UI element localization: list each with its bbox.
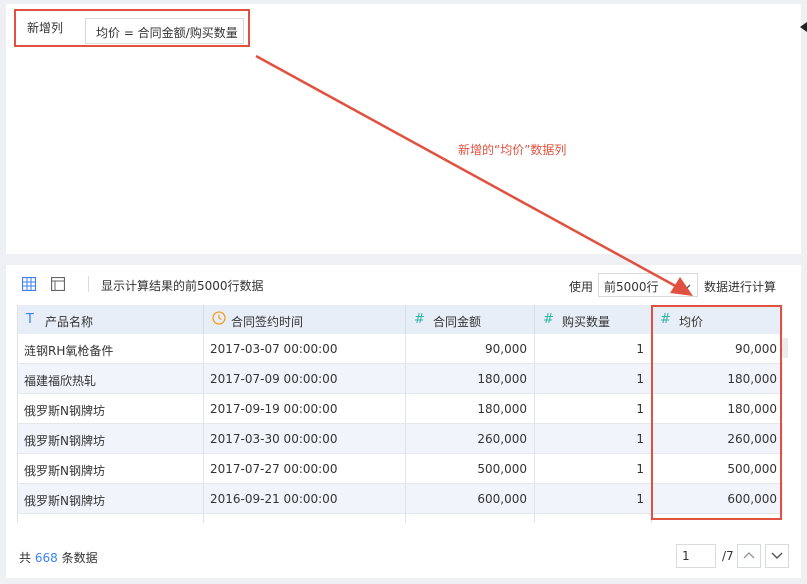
cell-product: 福建福欣热轧: [18, 364, 204, 394]
column-header-label: 合同金额: [433, 315, 482, 329]
cell-amount: [406, 514, 535, 523]
table-row[interactable]: 俄罗斯N钢牌坊 2017-07-27 00:00:00 500,000 1 50…: [18, 454, 783, 484]
cell-avg-price: 600,000: [727, 492, 777, 506]
page-total: /7: [722, 549, 734, 563]
chevron-down-icon: [681, 280, 691, 294]
cell-sign-date: [204, 514, 406, 523]
total-prefix: 共: [19, 551, 32, 565]
number-type-icon: #: [660, 312, 671, 327]
toolbar-divider: [88, 276, 89, 292]
cell-avg-price: 260,000: [727, 432, 777, 446]
cell-quantity: 1: [535, 454, 652, 484]
page-number-input[interactable]: 1: [676, 544, 716, 568]
cell-quantity: 1: [535, 364, 652, 394]
rows-select-value: 前5000行: [604, 280, 659, 294]
next-page-button[interactable]: [765, 544, 789, 568]
cell-quantity: 1: [535, 484, 652, 514]
calc-label: 数据进行计算: [704, 280, 777, 294]
cell-amount: 90,000: [406, 334, 535, 364]
column-header-product[interactable]: T 产品名称: [18, 305, 204, 334]
cell-product: 俄罗斯N钢牌坊: [18, 424, 204, 454]
cell-amount: 600,000: [406, 484, 535, 514]
total-suffix: 条数据: [61, 551, 98, 565]
table-row[interactable]: 福建福欣热轧 2017-07-09 00:00:00 180,000 1 180…: [18, 364, 783, 394]
table-row-partial: [18, 514, 783, 523]
grid-header: T 产品名称 合同签约时间 # 合同金额 # 购买数量 # 均价: [18, 305, 783, 334]
column-header-amount[interactable]: # 合同金额: [406, 305, 535, 334]
column-header-quantity[interactable]: # 购买数量: [535, 305, 652, 334]
prev-page-button[interactable]: [737, 544, 761, 568]
cell-sign-date: 2017-07-27 00:00:00: [204, 454, 406, 484]
cell-amount: 180,000: [406, 364, 535, 394]
column-header-label: 合同签约时间: [231, 315, 304, 329]
table-grid-icon[interactable]: [21, 276, 37, 292]
column-header-label: 购买数量: [562, 315, 611, 329]
table-row[interactable]: 涟钢RH氧枪备件 2017-03-07 00:00:00 90,000 1 90…: [18, 334, 783, 364]
column-header-avg-price[interactable]: # 均价: [652, 305, 783, 334]
cell-sign-date: 2017-07-09 00:00:00: [204, 364, 406, 394]
cell-avg-price: 180,000: [727, 402, 777, 416]
cell-avg-price: 500,000: [727, 462, 777, 476]
number-type-icon: #: [414, 312, 425, 327]
cell-sign-date: 2017-03-07 00:00:00: [204, 334, 406, 364]
table-row[interactable]: 俄罗斯N钢牌坊 2016-09-21 00:00:00 600,000 1 60…: [18, 484, 783, 514]
total-count-value: 668: [34, 551, 58, 565]
text-type-icon: T: [26, 312, 34, 327]
cell-amount: 260,000: [406, 424, 535, 454]
cell-avg-price: 90,000: [735, 342, 777, 356]
formula-field[interactable]: 均价 = 合同金额/购买数量: [85, 18, 244, 44]
data-grid: T 产品名称 合同签约时间 # 合同金额 # 购买数量 # 均价 涟钢RH氧枪备…: [17, 305, 783, 523]
rows-select[interactable]: 前5000行: [598, 273, 698, 297]
column-header-label: 产品名称: [45, 315, 94, 329]
table-row[interactable]: 俄罗斯N钢牌坊 2017-03-30 00:00:00 260,000 1 26…: [18, 424, 783, 454]
data-preview-panel: 显示计算结果的前5000行数据 使用 前5000行 数据进行计算 T 产品名称 …: [6, 265, 801, 578]
grid-scrollbar[interactable]: [782, 338, 788, 358]
cell-quantity: 1: [535, 424, 652, 454]
total-count: 共 668 条数据: [19, 549, 98, 566]
clock-icon: [212, 311, 226, 329]
cell-avg-price: 180,000: [727, 372, 777, 386]
table-row[interactable]: 俄罗斯N钢牌坊 2017-09-19 00:00:00 180,000 1 18…: [18, 394, 783, 424]
cell-sign-date: 2017-03-30 00:00:00: [204, 424, 406, 454]
formula-label: 新增列: [27, 21, 64, 35]
column-header-sign-date[interactable]: 合同签约时间: [204, 305, 406, 334]
formula-highlight-box: 新增列 均价 = 合同金额/购买数量: [14, 9, 250, 47]
cell-product: 涟钢RH氧枪备件: [18, 334, 204, 364]
cell-product: 俄罗斯N钢牌坊: [18, 394, 204, 424]
formula-panel: 新增列 均价 = 合同金额/购买数量 新增的“均价”数据列: [6, 4, 801, 254]
cell-amount: 180,000: [406, 394, 535, 424]
cell-amount: 500,000: [406, 454, 535, 484]
preview-toolbar: 显示计算结果的前5000行数据 使用 前5000行 数据进行计算: [6, 265, 801, 303]
cell-quantity: [535, 514, 652, 523]
preview-description: 显示计算结果的前5000行数据: [101, 279, 264, 293]
cell-sign-date: 2016-09-21 00:00:00: [204, 484, 406, 514]
use-label: 使用: [569, 280, 594, 294]
annotation-text: 新增的“均价”数据列: [458, 143, 567, 157]
cell-product: 俄罗斯N钢牌坊: [18, 484, 204, 514]
column-header-label: 均价: [679, 315, 704, 329]
cell-product: [18, 514, 204, 523]
cell-product: 俄罗斯N钢牌坊: [18, 454, 204, 484]
cursor-edge-icon: [800, 22, 807, 32]
cell-sign-date: 2017-09-19 00:00:00: [204, 394, 406, 424]
cell-quantity: 1: [535, 334, 652, 364]
cell-quantity: 1: [535, 394, 652, 424]
number-type-icon: #: [543, 312, 554, 327]
layout-panel-icon[interactable]: [50, 276, 66, 292]
